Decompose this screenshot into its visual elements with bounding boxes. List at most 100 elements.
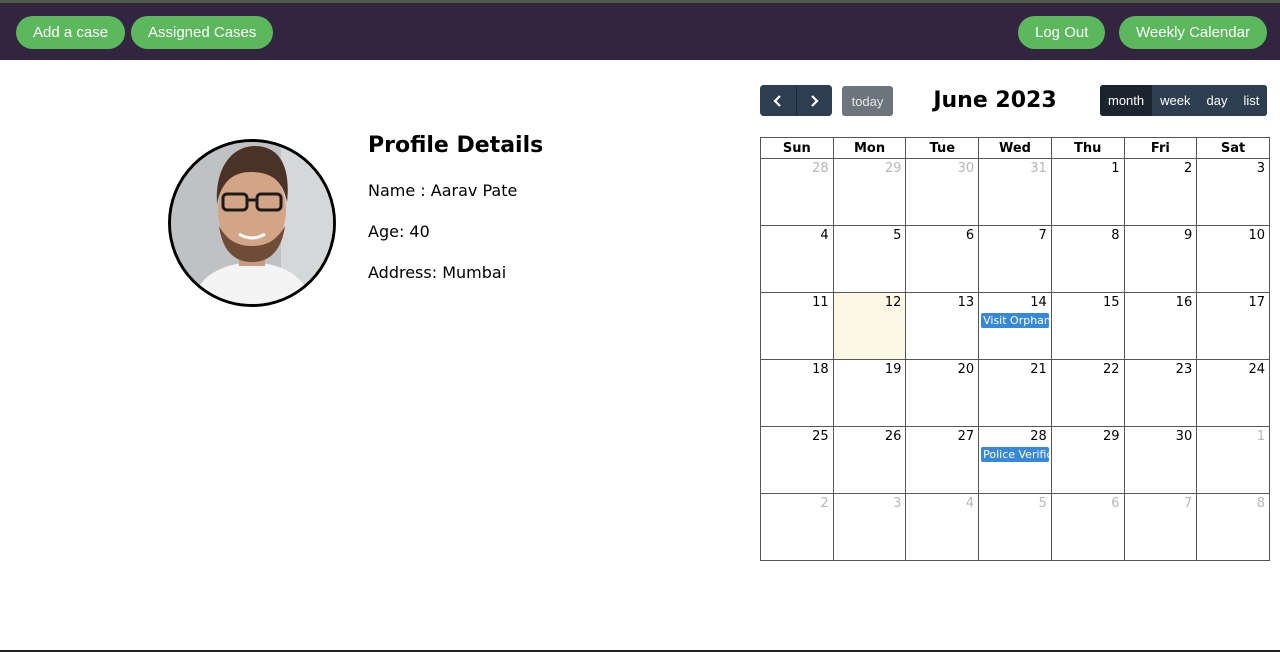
profile-title: Profile Details: [368, 133, 544, 158]
day-cell[interactable]: 24: [1196, 359, 1270, 427]
day-cell[interactable]: 16: [1123, 292, 1198, 360]
prev-month-button[interactable]: [760, 85, 796, 116]
day-cell[interactable]: 3: [832, 493, 907, 561]
day-cell[interactable]: 1: [1050, 158, 1125, 226]
day-cell[interactable]: 6: [905, 225, 980, 293]
day-number[interactable]: 5: [834, 226, 906, 243]
day-cell[interactable]: 23: [1123, 359, 1198, 427]
day-cell[interactable]: 28 Police Verifica: [978, 426, 1052, 494]
day-number[interactable]: 21: [979, 360, 1051, 377]
view-week-button[interactable]: week: [1152, 85, 1199, 116]
day-number[interactable]: 3: [1197, 159, 1269, 176]
day-cell[interactable]: 17: [1196, 292, 1270, 360]
day-number[interactable]: 6: [1052, 494, 1124, 511]
day-cell[interactable]: 7: [1123, 493, 1198, 561]
day-cell[interactable]: 19: [832, 359, 907, 427]
day-number[interactable]: 11: [761, 293, 833, 310]
view-list-button[interactable]: list: [1235, 85, 1268, 116]
day-number[interactable]: 13: [906, 293, 978, 310]
day-number[interactable]: 7: [979, 226, 1051, 243]
day-cell[interactable]: 4: [760, 225, 834, 293]
day-cell[interactable]: 9: [1123, 225, 1198, 293]
day-number[interactable]: 12: [834, 293, 906, 310]
day-number[interactable]: 26: [834, 427, 906, 444]
day-cell[interactable]: 12: [832, 292, 907, 360]
day-cell[interactable]: 20: [905, 359, 980, 427]
day-cell[interactable]: 7: [978, 225, 1052, 293]
day-cell[interactable]: 18: [760, 359, 834, 427]
day-number[interactable]: 30: [1125, 427, 1197, 444]
day-number[interactable]: 20: [906, 360, 978, 377]
day-number[interactable]: 7: [1125, 494, 1197, 511]
day-cell[interactable]: 21: [978, 359, 1052, 427]
day-cell[interactable]: 25: [760, 426, 834, 494]
day-number[interactable]: 31: [979, 159, 1051, 176]
day-cell[interactable]: 2: [1123, 158, 1198, 226]
day-cell[interactable]: 15: [1050, 292, 1125, 360]
day-cell[interactable]: 29: [1050, 426, 1125, 494]
day-cell[interactable]: 5: [832, 225, 907, 293]
day-number[interactable]: 22: [1052, 360, 1124, 377]
day-number[interactable]: 14: [979, 293, 1051, 310]
day-number[interactable]: 5: [979, 494, 1051, 511]
day-cell[interactable]: 2: [760, 493, 834, 561]
day-number[interactable]: 9: [1125, 226, 1197, 243]
day-cell[interactable]: 27: [905, 426, 980, 494]
week-row: 2345678: [760, 493, 1270, 561]
day-number[interactable]: 28: [761, 159, 833, 176]
day-cell[interactable]: 6: [1050, 493, 1125, 561]
day-number[interactable]: 8: [1197, 494, 1269, 511]
day-number[interactable]: 30: [906, 159, 978, 176]
assigned-cases-button[interactable]: Assigned Cases: [131, 16, 274, 49]
calendar-event[interactable]: Police Verifica: [981, 447, 1049, 462]
person-photo-icon: [171, 142, 333, 304]
day-cell[interactable]: 14 Visit Orphana: [978, 292, 1052, 360]
day-number[interactable]: 28: [979, 427, 1051, 444]
day-number[interactable]: 1: [1052, 159, 1124, 176]
day-cell[interactable]: 30: [1123, 426, 1198, 494]
day-number[interactable]: 3: [834, 494, 906, 511]
day-number[interactable]: 19: [834, 360, 906, 377]
weekly-calendar-button[interactable]: Weekly Calendar: [1119, 16, 1267, 49]
day-number[interactable]: 29: [834, 159, 906, 176]
day-cell[interactable]: 8: [1050, 225, 1125, 293]
day-number[interactable]: 17: [1197, 293, 1269, 310]
next-month-button[interactable]: [795, 85, 832, 116]
day-number[interactable]: 8: [1052, 226, 1124, 243]
day-cell[interactable]: 1: [1196, 426, 1270, 494]
day-cell[interactable]: 31: [978, 158, 1052, 226]
day-cell[interactable]: 8: [1196, 493, 1270, 561]
day-number[interactable]: 16: [1125, 293, 1197, 310]
today-button[interactable]: today: [842, 86, 893, 116]
day-number[interactable]: 23: [1125, 360, 1197, 377]
view-month-button[interactable]: month: [1100, 85, 1153, 116]
day-number[interactable]: 1: [1197, 427, 1269, 444]
day-cell[interactable]: 11: [760, 292, 834, 360]
day-cell[interactable]: 5: [978, 493, 1052, 561]
add-case-button[interactable]: Add a case: [16, 16, 126, 49]
day-cell[interactable]: 29: [832, 158, 907, 226]
day-cell[interactable]: 4: [905, 493, 980, 561]
day-cell[interactable]: 28: [760, 158, 834, 226]
day-cell[interactable]: 3: [1196, 158, 1270, 226]
day-number[interactable]: 4: [906, 494, 978, 511]
day-cell[interactable]: 30: [905, 158, 980, 226]
day-number[interactable]: 18: [761, 360, 833, 377]
day-number[interactable]: 4: [761, 226, 833, 243]
day-number[interactable]: 2: [761, 494, 833, 511]
calendar-event[interactable]: Visit Orphana: [981, 313, 1049, 328]
day-number[interactable]: 6: [906, 226, 978, 243]
day-number[interactable]: 27: [906, 427, 978, 444]
day-number[interactable]: 15: [1052, 293, 1124, 310]
day-cell[interactable]: 10: [1196, 225, 1270, 293]
day-number[interactable]: 25: [761, 427, 833, 444]
day-cell[interactable]: 22: [1050, 359, 1125, 427]
day-number[interactable]: 10: [1197, 226, 1269, 243]
day-number[interactable]: 2: [1125, 159, 1197, 176]
day-number[interactable]: 24: [1197, 360, 1269, 377]
day-cell[interactable]: 13: [905, 292, 980, 360]
view-day-button[interactable]: day: [1198, 85, 1236, 116]
day-cell[interactable]: 26: [832, 426, 907, 494]
day-number[interactable]: 29: [1052, 427, 1124, 444]
log-out-button[interactable]: Log Out: [1018, 16, 1106, 49]
